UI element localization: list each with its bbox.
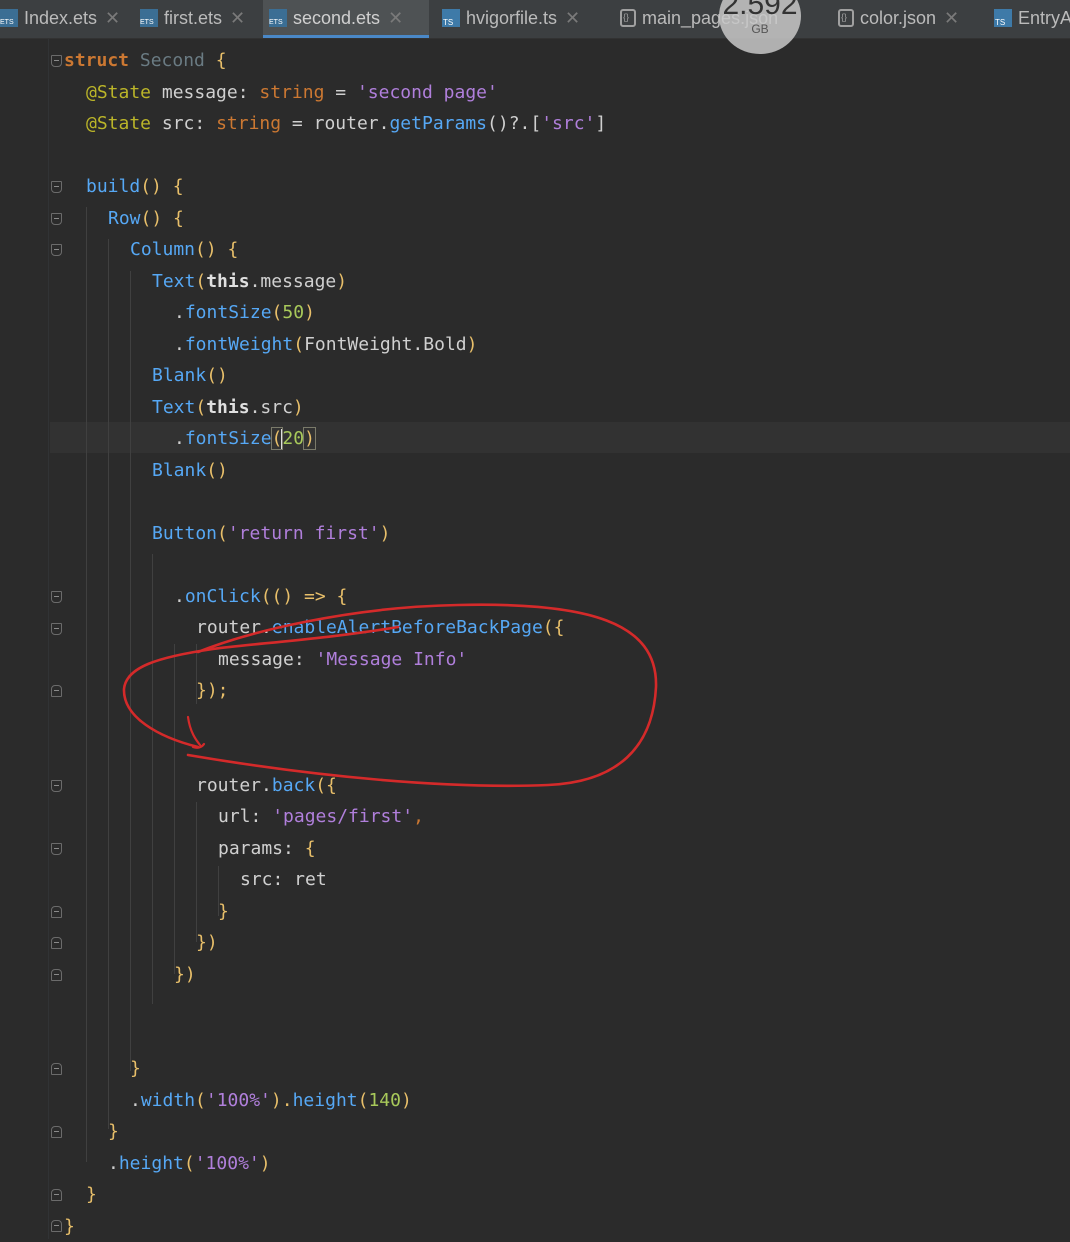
- code-line: }: [130, 1058, 141, 1079]
- fold-marker[interactable]: [51, 685, 62, 697]
- code-line: @State message: string = 'second page': [86, 82, 498, 103]
- code-line: }: [86, 1184, 97, 1205]
- fold-marker[interactable]: [51, 1220, 62, 1232]
- fold-marker[interactable]: [51, 969, 62, 981]
- json-file-icon: [838, 9, 854, 28]
- code-line: router.back({: [196, 775, 337, 796]
- code-line: Blank(): [152, 460, 228, 481]
- close-icon[interactable]: ✕: [388, 8, 403, 28]
- code-line: src: ret: [240, 869, 327, 890]
- code-line: .onClick(() => {: [174, 586, 348, 607]
- close-icon[interactable]: ✕: [565, 8, 580, 28]
- tab-label: first.ets: [164, 8, 223, 28]
- code-line: @State src: string = router.getParams()?…: [86, 113, 607, 134]
- close-icon[interactable]: ✕: [944, 8, 959, 28]
- ets-file-icon: [140, 9, 158, 28]
- indent-guide: [130, 271, 131, 1071]
- indent-guide: [86, 207, 87, 1162]
- tab-hvigorfile-ts[interactable]: hvigorfile.ts ✕: [436, 0, 580, 38]
- fold-marker[interactable]: [51, 780, 62, 792]
- code-line: Column() {: [130, 239, 239, 260]
- fold-marker[interactable]: [51, 906, 62, 918]
- code-line: .width('100%').height(140): [130, 1090, 412, 1111]
- code-line-current: .fontSize(20): [174, 427, 316, 450]
- tab-label: second.ets: [293, 8, 381, 28]
- code-line: message: 'Message Info': [218, 649, 468, 670]
- fold-marker[interactable]: [51, 1063, 62, 1075]
- fold-marker[interactable]: [51, 843, 62, 855]
- fold-marker[interactable]: [51, 1126, 62, 1138]
- indent-guide: [152, 554, 153, 1004]
- fold-marker[interactable]: [51, 591, 62, 603]
- memory-value: 2.592: [722, 0, 798, 21]
- tab-label: color.json: [860, 8, 937, 28]
- tab-entry[interactable]: EntryA: [988, 0, 1070, 38]
- code-line: }: [64, 1216, 75, 1237]
- fold-marker[interactable]: [51, 623, 62, 635]
- code-line: .fontWeight(FontWeight.Bold): [174, 334, 478, 355]
- tab-index-ets[interactable]: Index.ets ✕: [0, 0, 120, 38]
- tab-label: Index.ets: [24, 8, 98, 28]
- ets-file-icon: [269, 9, 287, 28]
- code-line: .height('100%'): [108, 1153, 271, 1174]
- tab-first-ets[interactable]: first.ets ✕: [134, 0, 245, 38]
- code-editor[interactable]: struct Second { @State message: string =…: [0, 39, 1070, 1239]
- code-line: }): [196, 932, 218, 953]
- fold-marker[interactable]: [51, 937, 62, 949]
- close-icon[interactable]: ✕: [230, 8, 245, 28]
- close-icon[interactable]: ✕: [105, 8, 120, 28]
- indent-guide: [196, 802, 197, 942]
- json-file-icon: [620, 9, 636, 28]
- code-line: }): [174, 964, 196, 985]
- tab-label: hvigorfile.ts: [466, 8, 558, 28]
- fold-marker[interactable]: [51, 181, 62, 193]
- editor-tab-bar: Index.ets ✕ first.ets ✕ second.ets ✕ hvigor…: [0, 0, 1070, 39]
- code-line: Blank(): [152, 365, 228, 386]
- indent-guide: [174, 644, 175, 974]
- code-line: Button('return first'): [152, 523, 391, 544]
- code-line: Row() {: [108, 208, 184, 229]
- code-line: }: [218, 901, 229, 922]
- fold-marker[interactable]: [51, 244, 62, 256]
- code-line: });: [196, 680, 229, 701]
- code-line: Text(this.src): [152, 397, 304, 418]
- ts-file-icon: [994, 9, 1012, 28]
- tab-label: EntryA: [1018, 8, 1070, 28]
- code-line: struct Second {: [64, 50, 227, 71]
- memory-unit: GB: [751, 22, 769, 36]
- code-line: params: {: [218, 838, 316, 859]
- fold-marker[interactable]: [51, 55, 62, 67]
- ts-file-icon: [442, 9, 460, 28]
- code-line: }: [108, 1121, 119, 1142]
- code-line: .fontSize(50): [174, 302, 315, 323]
- ets-file-icon: [0, 9, 18, 28]
- fold-marker[interactable]: [51, 1189, 62, 1201]
- code-line: Text(this.message): [152, 271, 348, 292]
- gutter-separator: [48, 39, 49, 1239]
- code-line: build() {: [86, 176, 184, 197]
- tab-second-ets[interactable]: second.ets ✕: [263, 0, 429, 38]
- fold-marker[interactable]: [51, 213, 62, 225]
- code-line: router.enableAlertBeforeBackPage({: [196, 617, 565, 638]
- code-line: url: 'pages/first',: [218, 806, 424, 827]
- tab-color-json[interactable]: color.json ✕: [832, 0, 959, 38]
- indent-guide: [108, 239, 109, 1129]
